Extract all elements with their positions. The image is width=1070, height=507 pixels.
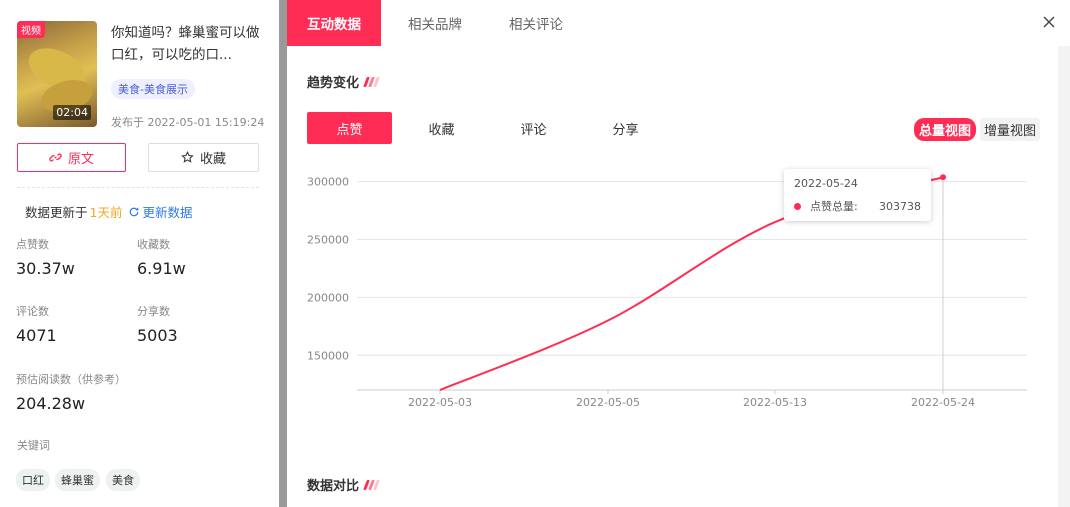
tab-related-brands[interactable]: 相关品牌 [408,0,462,46]
favorite-button[interactable]: 收藏 [148,143,259,172]
video-tag: 视频 [17,21,45,38]
category-badge[interactable]: 美食-美食展示 [111,79,195,99]
stat-value: 6.91w [137,259,186,278]
metric-tabs: 点赞 收藏 评论 分享 [307,112,675,144]
stat-value: 5003 [137,326,178,345]
stat-likes: 点赞数 30.37w [16,236,75,278]
tooltip-row: 点赞总量: 303738 [794,198,921,214]
post-title[interactable]: 你知道吗？蜂巢蜜可以做口红，可以吃的口... [111,22,263,66]
video-thumbnail[interactable]: 视频 02:04 [17,21,97,127]
keyword-chip[interactable]: 口红 [16,469,50,491]
stat-value: 4071 [16,326,57,345]
stat-label: 评论数 [16,305,49,318]
update-ago: 1天前 [89,205,123,220]
link-icon [49,153,62,162]
section-title-trend: 趋势变化 [307,72,380,91]
divider [17,187,259,188]
trend-line-chart[interactable]: 150000 200000 250000 300000 2022-05-03 2022-0… [287,156,1058,466]
metric-tab-favorites[interactable]: 收藏 [399,112,484,144]
stat-estimated-reads: 预估阅读数（供参考） 204.28w [16,371,126,413]
stat-favorites: 收藏数 6.91w [137,236,186,278]
star-icon [181,151,194,163]
update-prefix: 数据更新于 [25,205,88,220]
tab-related-comments[interactable]: 相关评论 [509,0,563,46]
close-icon[interactable] [1042,13,1056,34]
title-accent-icon [363,479,380,490]
keyword-chip[interactable]: 蜂巢蜜 [55,469,100,491]
favorite-label: 收藏 [199,152,226,167]
stat-shares: 分享数 5003 [137,303,178,345]
chart-tooltip: 2022-05-24 点赞总量: 303738 [784,169,931,221]
panel-separator[interactable] [279,0,287,507]
post-detail-panel: 视频 02:04 你知道吗？蜂巢蜜可以做口红，可以吃的口... 美食-美食展示 … [0,0,276,507]
total-view-button[interactable]: 总量视图 [913,118,976,141]
keywords-label: 关键词 [17,439,50,452]
y-tick-label: 200000 [307,291,349,304]
refresh-label: 更新数据 [142,205,193,220]
video-duration: 02:04 [53,105,91,120]
stat-label: 分享数 [137,305,170,318]
publish-time: 发布于 2022-05-01 15:19:24 [111,116,265,129]
analytics-panel: 互动数据 相关品牌 相关评论 趋势变化 点赞 收藏 评论 分享 总量视图 增量视… [287,0,1070,507]
metric-tab-comments[interactable]: 评论 [491,112,576,144]
stat-label: 收藏数 [137,238,170,251]
y-tick-label: 250000 [307,233,349,246]
view-toggle: 总量视图 增量视图 [913,118,1040,141]
title-accent-icon [363,76,380,87]
tab-interaction-data[interactable]: 互动数据 [287,0,381,46]
stat-value: 204.28w [16,394,86,413]
x-tick-label: 2022-05-24 [911,396,975,409]
compare-title: 数据对比 [307,479,360,494]
data-point [940,174,946,181]
tooltip-value: 303738 [879,199,921,213]
x-tick-label: 2022-05-03 [408,396,472,409]
section-title-compare: 数据对比 [307,475,380,494]
update-status: 数据更新于 1天前 更新数据 [25,202,192,221]
refresh-icon [130,207,139,216]
app-root: 视频 02:04 你知道吗？蜂巢蜜可以做口红，可以吃的口... 美食-美食展示 … [0,0,1070,507]
x-tick-label: 2022-05-05 [576,396,640,409]
trend-card: 趋势变化 点赞 收藏 评论 分享 总量视图 增量视图 150000 200000 2… [287,46,1058,507]
y-tick-label: 150000 [307,349,349,362]
x-tick-label: 2022-05-13 [743,396,807,409]
stat-value: 30.37w [16,259,75,278]
trend-title: 趋势变化 [307,76,360,91]
y-tick-label: 300000 [307,176,349,189]
tab-bar: 互动数据 相关品牌 相关评论 [287,0,1070,46]
metric-tab-shares[interactable]: 分享 [583,112,668,144]
original-post-label: 原文 [67,152,94,167]
tooltip-date: 2022-05-24 [794,177,858,190]
tooltip-series: 点赞总量: [810,200,858,213]
stat-comments: 评论数 4071 [16,303,57,345]
keyword-chip[interactable]: 美食 [106,469,140,491]
series-dot-icon [794,202,801,210]
original-post-button[interactable]: 原文 [17,143,126,172]
increment-view-button[interactable]: 增量视图 [979,118,1040,141]
metric-tab-likes[interactable]: 点赞 [307,112,392,144]
refresh-data-link[interactable]: 更新数据 [128,202,192,221]
stat-label: 点赞数 [16,238,49,251]
stat-label: 预估阅读数（供参考） [16,373,126,386]
